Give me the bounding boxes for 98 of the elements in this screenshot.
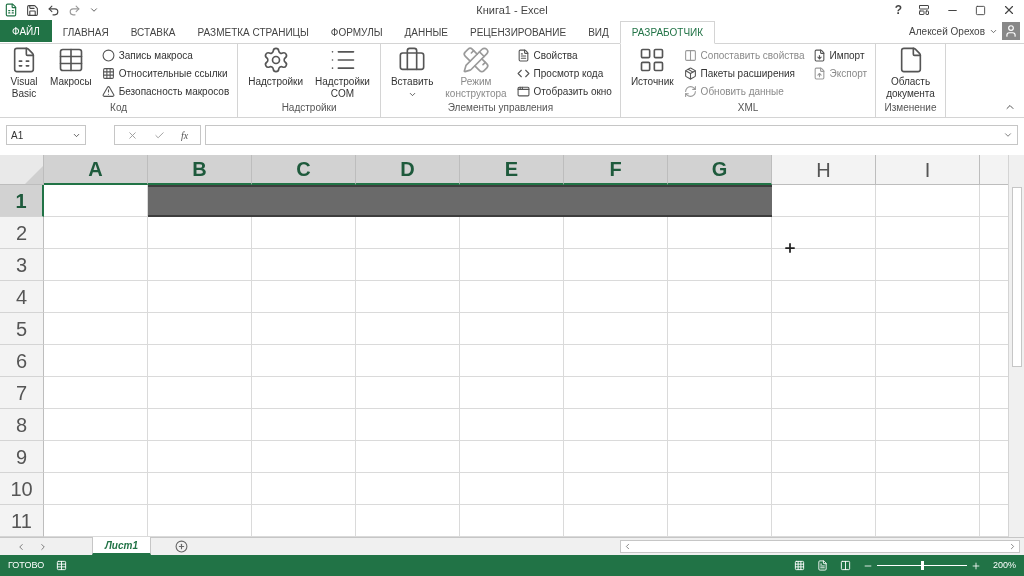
row-header[interactable]: 4 [0, 281, 44, 313]
ribbon-tab[interactable]: ВСТАВКА [119, 21, 187, 44]
row-header[interactable]: 3 [0, 249, 44, 281]
column-header[interactable]: F [564, 155, 668, 185]
cancel-icon[interactable] [127, 129, 138, 141]
redo-icon[interactable] [68, 3, 81, 17]
file-tab[interactable]: ФАЙЛ [0, 20, 52, 42]
import-icon [812, 48, 826, 62]
enter-icon[interactable] [154, 129, 165, 141]
ribbon-button[interactable]: Просмотр кода [514, 64, 614, 82]
normal-view-icon[interactable] [793, 560, 805, 571]
group-label: Элементы управления [446, 101, 555, 115]
row-header[interactable]: 11 [0, 505, 44, 537]
group-label: XML [736, 101, 760, 115]
document-icon [516, 48, 530, 62]
warning-icon [101, 84, 115, 98]
column-header[interactable]: A [44, 155, 148, 185]
row-header[interactable]: 5 [0, 313, 44, 345]
ribbon-button[interactable]: Область документа [882, 44, 939, 100]
columns-icon [683, 48, 697, 62]
column-header[interactable]: B [148, 155, 252, 185]
formula-input[interactable] [205, 125, 1018, 145]
ribbon-button[interactable]: Относительные ссылки [99, 64, 232, 82]
avatar-icon [1002, 22, 1020, 40]
cell-grid[interactable] [44, 185, 1008, 537]
pencil-ruler-icon [461, 46, 490, 74]
ribbon-tab[interactable]: ВИД [577, 21, 620, 44]
column-header[interactable]: C [252, 155, 356, 185]
excel-logo-icon [4, 3, 18, 17]
ribbon-tab[interactable]: РЕЦЕНЗИРОВАНИЕ [459, 21, 578, 44]
export-icon [812, 66, 826, 80]
vertical-scrollbar[interactable] [1011, 187, 1022, 367]
window-icon [516, 84, 530, 98]
group-label: Код [109, 101, 129, 115]
save-icon[interactable] [26, 3, 39, 17]
column-header[interactable]: H [772, 155, 876, 185]
column-header[interactable] [980, 155, 1008, 185]
page-break-icon[interactable] [839, 560, 851, 571]
record-icon [101, 48, 115, 62]
row-header[interactable]: 9 [0, 441, 44, 473]
name-box[interactable]: A1 [6, 125, 86, 145]
package-icon [683, 66, 697, 80]
ribbon-tab[interactable]: РАЗРАБОТЧИК [619, 21, 716, 44]
help-button[interactable]: ? [894, 1, 902, 19]
ribbon-button[interactable]: Безопасность макросов [99, 82, 232, 100]
ribbon-button[interactable]: Пакеты расширения [681, 64, 807, 82]
cursor-icon [783, 241, 797, 255]
undo-icon[interactable] [47, 3, 60, 17]
status-text: ГОТОВО [8, 558, 45, 572]
horizontal-scrollbar[interactable] [620, 540, 1020, 553]
next-sheet-icon[interactable] [38, 541, 48, 552]
ribbon-display-icon[interactable] [918, 4, 930, 16]
insert-function-button[interactable]: fx [181, 127, 189, 143]
previous-sheet-icon[interactable] [16, 541, 26, 552]
row-header[interactable]: 1 [0, 185, 44, 217]
window-title: Книга1 - Excel [475, 2, 549, 18]
customize-icon[interactable] [89, 5, 99, 15]
row-header[interactable]: 7 [0, 377, 44, 409]
column-header[interactable]: I [876, 155, 980, 185]
ribbon-tab[interactable]: ФОРМУЛЫ [319, 21, 394, 44]
column-header[interactable]: E [460, 155, 564, 185]
ribbon-button[interactable]: Надстройки [244, 44, 308, 88]
zoom-level[interactable]: 200% [992, 558, 1016, 573]
filled-cell[interactable] [668, 185, 772, 217]
refresh-icon [683, 84, 697, 98]
ribbon-button[interactable]: Макросы [46, 44, 96, 88]
add-sheet-icon[interactable] [175, 540, 188, 553]
column-header[interactable]: G [668, 155, 772, 185]
ribbon-button[interactable]: Импорт [810, 46, 870, 64]
zoom-in-icon[interactable] [970, 560, 981, 571]
ribbon-tab[interactable]: ГЛАВНАЯ [51, 21, 120, 44]
row-header[interactable]: 8 [0, 409, 44, 441]
ribbon-button[interactable]: Visual Basic [6, 44, 42, 100]
ribbon-tab[interactable]: ДАННЫЕ [393, 21, 459, 44]
filled-cell[interactable] [148, 185, 252, 217]
ribbon-button[interactable]: Источник [626, 44, 678, 88]
expand-icon[interactable] [1003, 130, 1013, 140]
ribbon-button[interactable]: Вставить [386, 44, 438, 99]
close-icon[interactable] [1002, 3, 1016, 17]
group-label: Изменение [883, 101, 938, 115]
maximize-icon[interactable] [975, 4, 986, 16]
ribbon-button[interactable]: Отобразить окно [514, 82, 614, 100]
grid-icon [101, 66, 115, 80]
column-header[interactable]: D [356, 155, 460, 185]
scroll-left-icon[interactable] [623, 542, 632, 551]
row-header[interactable]: 6 [0, 345, 44, 377]
sheet-tab[interactable]: Лист1 [92, 537, 151, 555]
group-label: Надстройки [280, 101, 338, 115]
page-layout-icon[interactable] [816, 560, 828, 571]
ribbon-button[interactable]: Запись макроса [99, 46, 232, 64]
ribbon-tab[interactable]: РАЗМЕТКА СТРАНИЦЫ [186, 21, 320, 44]
row-header[interactable]: 2 [0, 217, 44, 249]
ribbon-button[interactable]: Свойства [514, 46, 614, 64]
row-header[interactable]: 10 [0, 473, 44, 505]
user-menu[interactable]: Алексей Орехов [909, 20, 1020, 42]
caret-icon [407, 90, 417, 99]
ribbon-button[interactable]: Надстройки COM [311, 44, 374, 100]
scroll-right-icon[interactable] [1008, 542, 1017, 551]
